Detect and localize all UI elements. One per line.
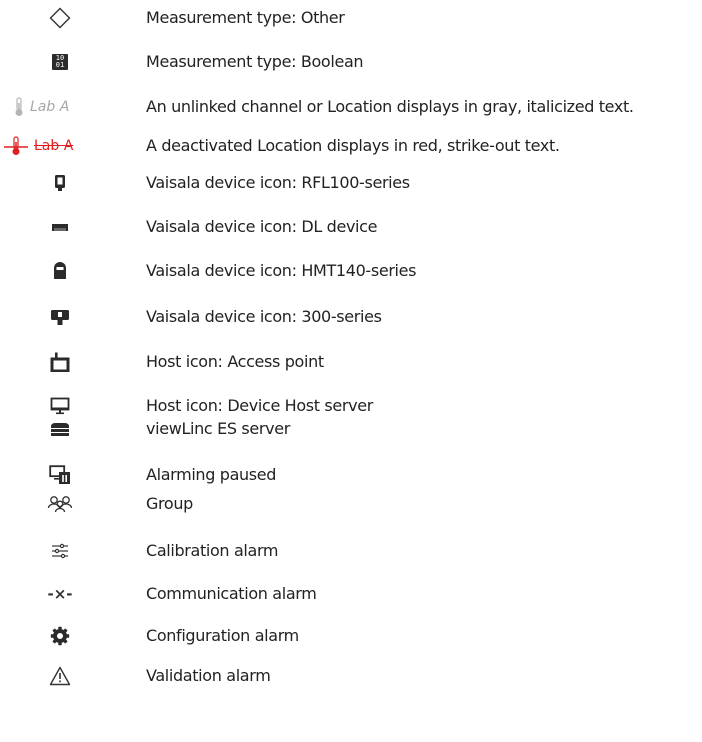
icon-legend: Measurement type: Other 10 01 Measuremen… — [0, 0, 702, 742]
warning-triangle-icon — [0, 662, 120, 690]
legend-description: An unlinked channel or Location displays… — [146, 97, 634, 116]
communication-alarm-icon: -×- — [47, 585, 73, 603]
dl-device-icon — [0, 213, 120, 241]
legend-row: Vaisala device icon: 300-series — [0, 303, 702, 331]
alarming-paused-icon — [0, 461, 120, 489]
legend-row: Measurement type: Other — [0, 4, 702, 32]
legend-row: Validation alarm — [0, 662, 702, 690]
legend-description: Validation alarm — [146, 666, 271, 685]
legend-row: Lab A A deactivated Location displays in… — [0, 132, 702, 160]
legend-description: Measurement type: Boolean — [146, 52, 364, 71]
deactivated-location-label: Lab A — [34, 138, 74, 154]
legend-description: Vaisala device icon: DL device — [146, 217, 378, 236]
sliders-icon — [0, 537, 120, 565]
legend-row: Lab A An unlinked channel or Location di… — [0, 93, 702, 121]
legend-row: Configuration alarm — [0, 622, 702, 650]
legend-row: Vaisala device icon: DL device — [0, 213, 702, 241]
legend-description: viewLinc ES server — [146, 419, 290, 438]
legend-row: Host icon: Access point — [0, 348, 702, 376]
rfl100-device-icon — [0, 169, 120, 197]
unlinked-location-label: Lab A — [30, 99, 70, 115]
group-icon — [0, 490, 120, 518]
diamond-outline-icon — [0, 4, 120, 32]
legend-description: Alarming paused — [146, 465, 277, 484]
legend-description: A deactivated Location displays in red, … — [146, 136, 560, 155]
access-point-icon — [0, 348, 120, 376]
legend-description: Vaisala device icon: RFL100-series — [146, 173, 410, 192]
legend-description: Communication alarm — [146, 584, 317, 603]
thermometer-red-icon — [4, 136, 28, 155]
legend-row: -×- Communication alarm — [0, 580, 702, 608]
gear-icon — [0, 622, 120, 650]
server-stack-icon — [0, 415, 120, 443]
legend-description: Calibration alarm — [146, 541, 279, 560]
thermometer-gray-icon — [15, 97, 23, 116]
legend-row: Alarming paused — [0, 461, 702, 489]
legend-description: Host icon: Access point — [146, 352, 324, 371]
legend-row: Calibration alarm — [0, 537, 702, 565]
legend-row: viewLinc ES server — [0, 415, 702, 443]
legend-description: Vaisala device icon: 300-series — [146, 307, 382, 326]
legend-description: Configuration alarm — [146, 626, 299, 645]
legend-row: 10 01 Measurement type: Boolean — [0, 48, 702, 76]
deactivated-location-sample: Lab A — [4, 132, 114, 160]
hmt140-device-icon — [0, 257, 120, 285]
binary-boolean-icon: 10 01 — [52, 54, 68, 70]
unlinked-location-sample: Lab A — [14, 93, 124, 121]
legend-description: Group — [146, 494, 193, 513]
legend-row: Vaisala device icon: RFL100-series — [0, 169, 702, 197]
legend-row: Group — [0, 490, 702, 518]
series-300-device-icon — [0, 303, 120, 331]
legend-row: Vaisala device icon: HMT140-series — [0, 257, 702, 285]
legend-description: Vaisala device icon: HMT140-series — [146, 261, 417, 280]
legend-description: Measurement type: Other — [146, 8, 345, 27]
